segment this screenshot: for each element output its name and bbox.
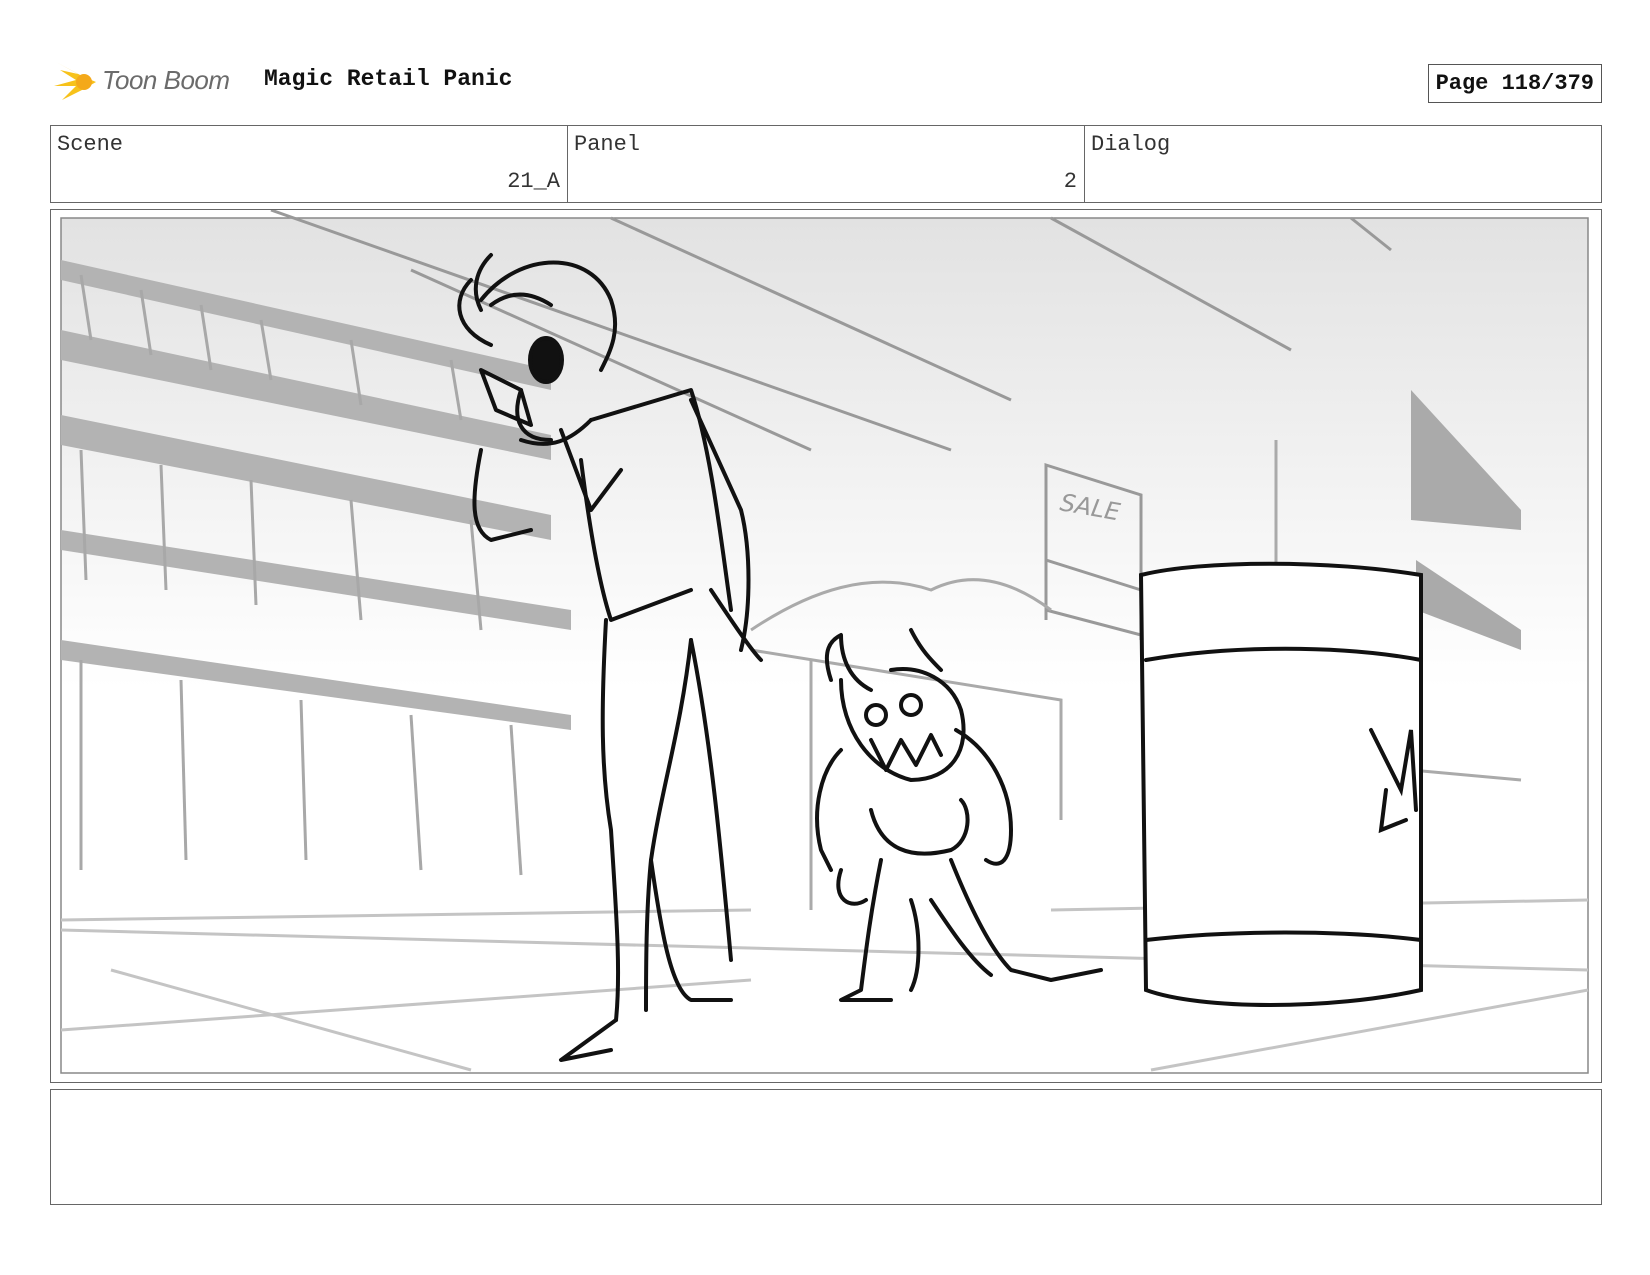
- scene-cell: Scene 21_A: [51, 126, 568, 202]
- panel-value: 2: [1063, 169, 1077, 194]
- storyboard-panel: SALE: [50, 209, 1602, 1083]
- panel-drawing: SALE: [60, 210, 1589, 1074]
- scene-info-row: Scene 21_A Panel 2 Dialog: [50, 125, 1602, 203]
- panel-cell: Panel 2: [568, 126, 1085, 202]
- starburst-icon: [54, 62, 96, 100]
- project-title: Magic Retail Panic: [264, 66, 513, 92]
- dialog-label: Dialog: [1091, 132, 1171, 157]
- trash-can: [1138, 561, 1423, 1007]
- dialog-cell: Dialog: [1085, 126, 1601, 202]
- scene-value: 21_A: [507, 169, 560, 194]
- page-header: Toon Boom Magic Retail Panic Page 118/37…: [50, 56, 1602, 104]
- notes-box: [50, 1089, 1602, 1205]
- page-number: Page 118/379: [1427, 64, 1602, 103]
- logo-text: Toon Boom: [102, 64, 230, 95]
- scene-label: Scene: [57, 132, 124, 157]
- panel-label: Panel: [574, 132, 641, 157]
- toon-boom-logo: Toon Boom: [52, 56, 230, 104]
